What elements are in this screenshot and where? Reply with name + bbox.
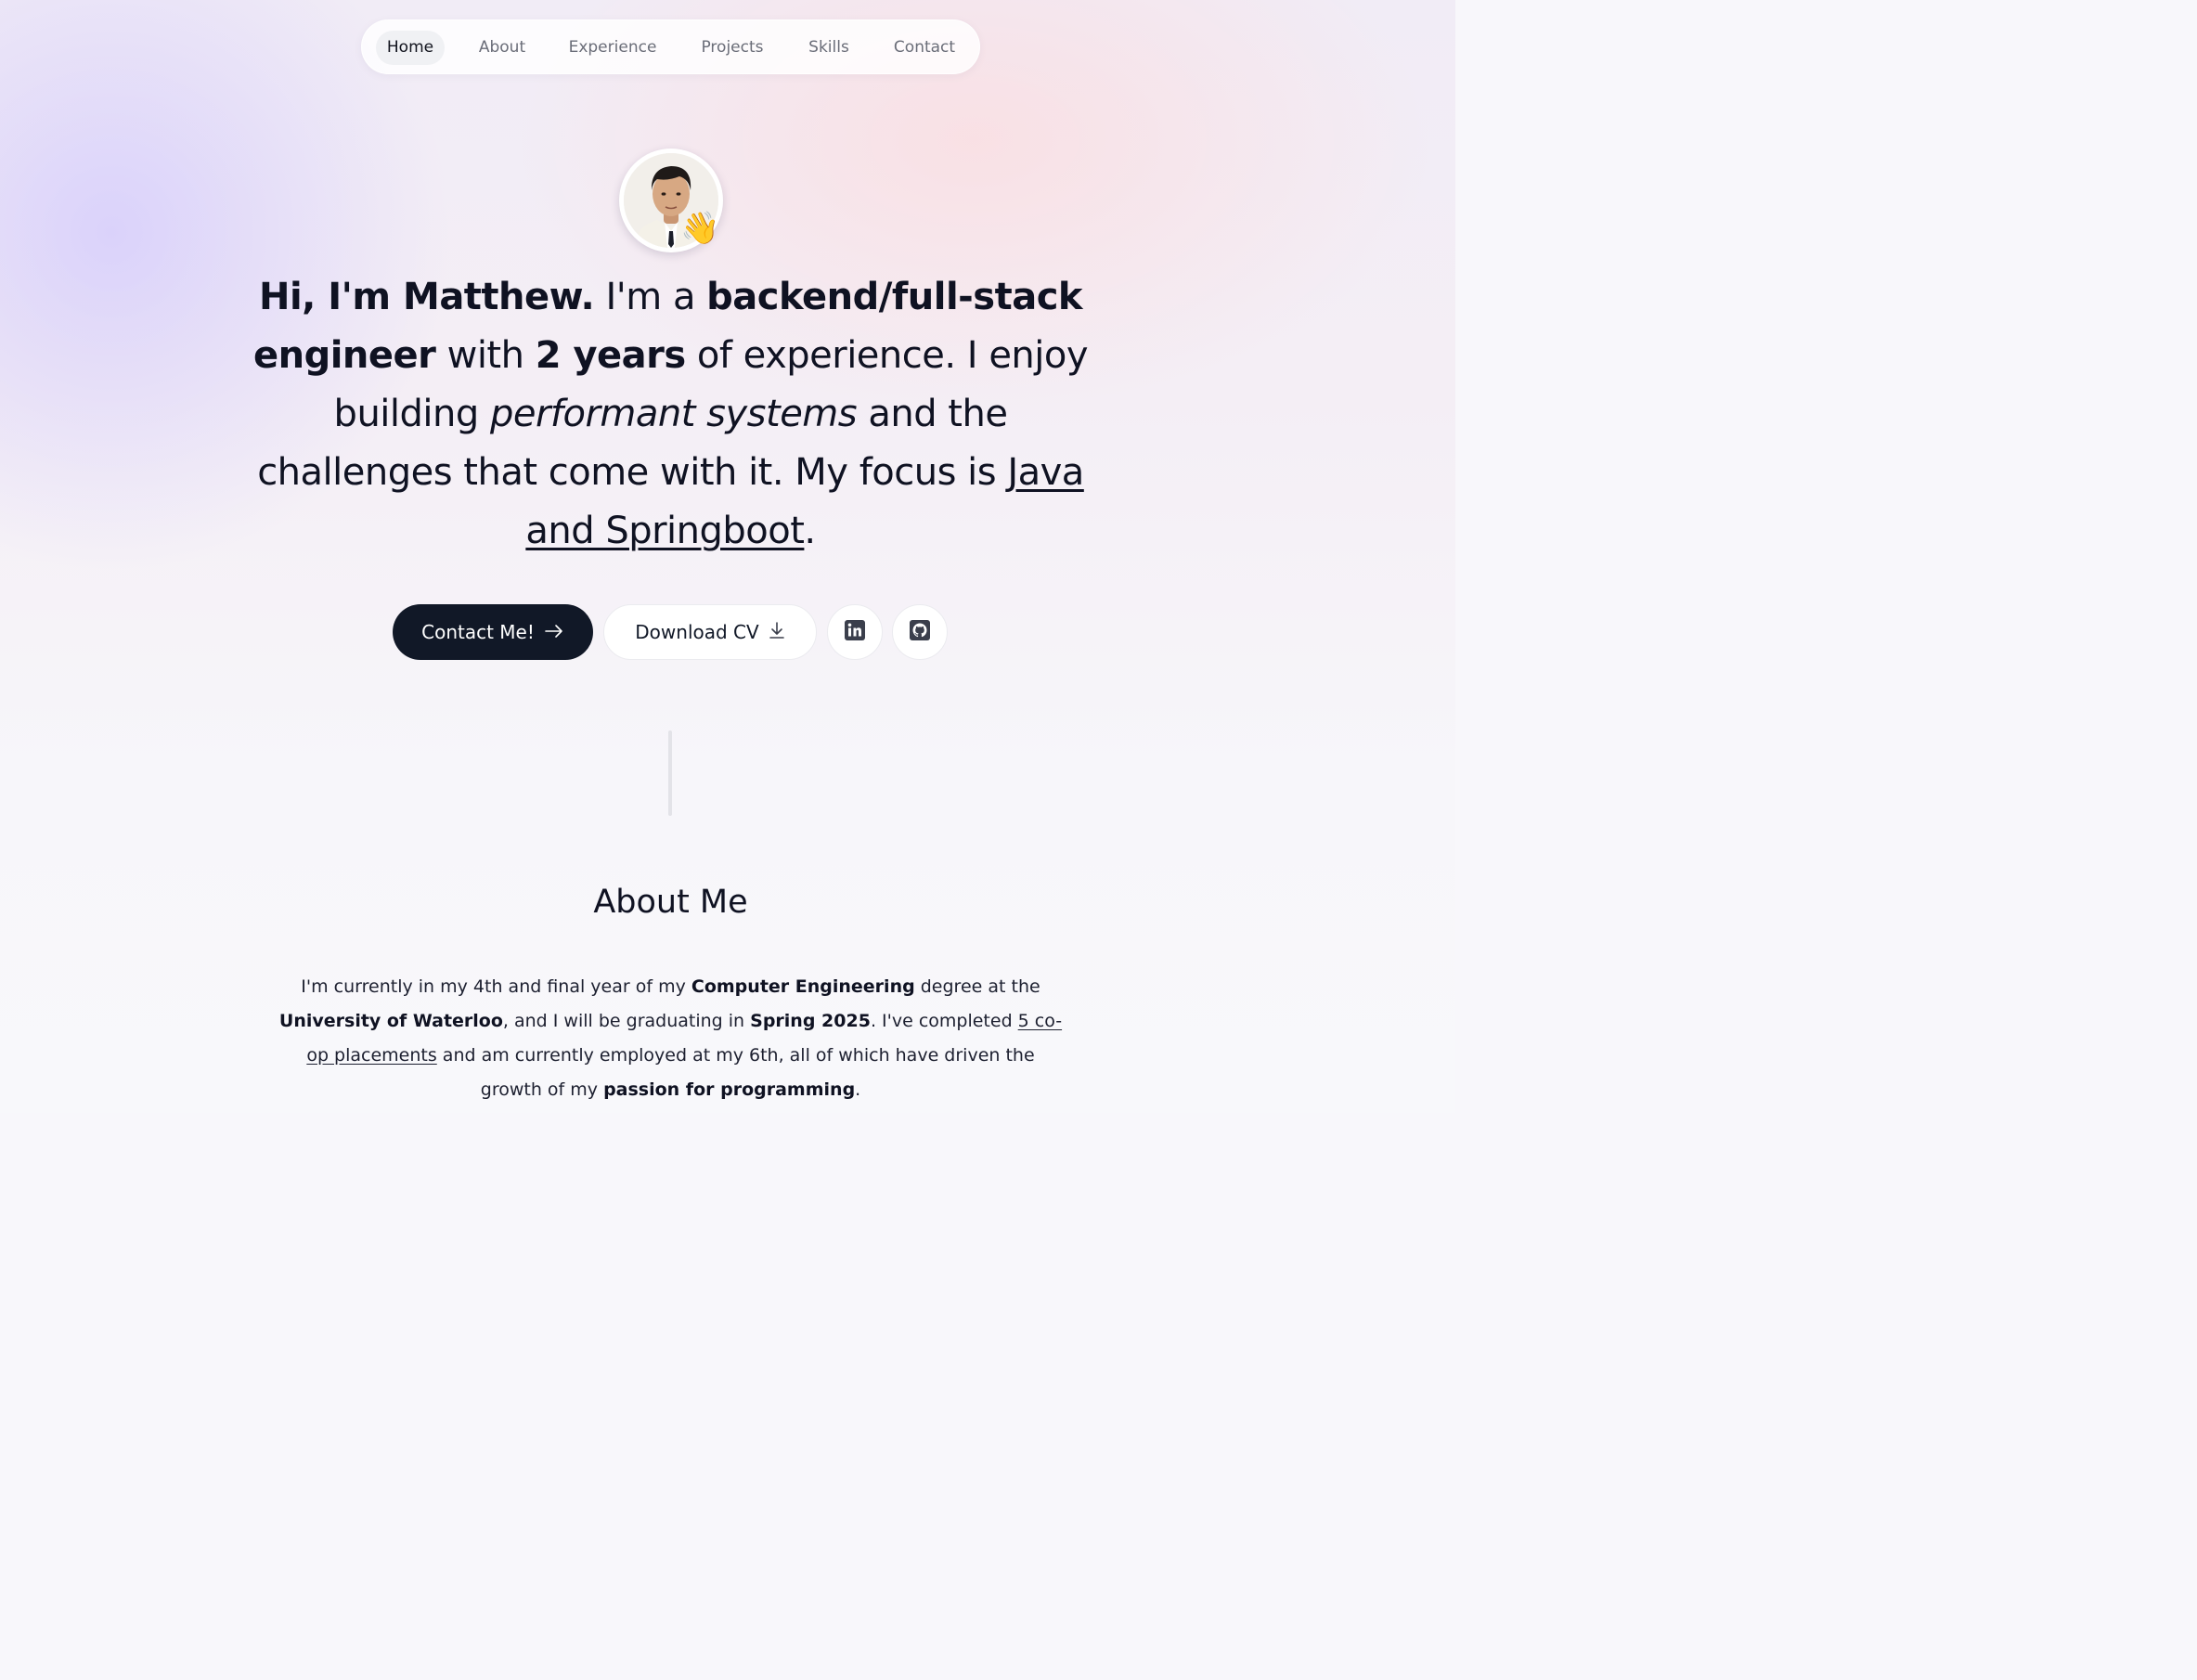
nav-item-experience[interactable]: Experience <box>560 31 666 65</box>
hero-emphasis: performant systems <box>489 393 858 435</box>
about-passion: passion for programming <box>603 1079 856 1100</box>
nav-item-home[interactable]: Home <box>376 31 445 65</box>
about-text: . I've completed <box>870 1011 1018 1031</box>
hero-headline: Hi, I'm Matthew. I'm a backend/full-stac… <box>232 268 1109 561</box>
nav-item-contact[interactable]: Contact <box>880 31 969 65</box>
about-text: , and I will be graduating in <box>502 1011 751 1031</box>
about-text: degree at the <box>914 976 1040 997</box>
hero-text: with <box>435 334 536 377</box>
contact-me-button[interactable]: Contact Me! <box>393 604 593 660</box>
about-text: I'm currently in my 4th and final year o… <box>301 976 691 997</box>
download-cv-label: Download CV <box>635 621 759 643</box>
about-text: . <box>855 1079 861 1100</box>
linkedin-icon <box>845 619 865 645</box>
nav-item-about[interactable]: About <box>466 31 538 65</box>
linkedin-button[interactable] <box>827 604 883 660</box>
hero-text: . <box>804 510 816 552</box>
about-me-heading: About Me <box>593 884 748 921</box>
download-icon <box>769 621 785 644</box>
hero-text: I'm a <box>594 276 707 318</box>
hero-years: 2 years <box>535 334 687 377</box>
hero-greeting: Hi, I'm Matthew. <box>258 276 595 318</box>
section-divider <box>668 730 672 816</box>
about-me-paragraph: I'm currently in my 4th and final year o… <box>278 970 1063 1107</box>
top-navigation: Home About Experience Projects Skills Co… <box>361 19 980 74</box>
github-icon <box>910 619 930 645</box>
waving-hand-icon: 👋 <box>680 210 720 247</box>
about-university: University of Waterloo <box>278 1011 503 1031</box>
nav-item-projects[interactable]: Projects <box>687 31 778 65</box>
download-cv-button[interactable]: Download CV <box>603 604 817 660</box>
arrow-right-icon <box>544 621 564 643</box>
about-graduation: Spring 2025 <box>750 1011 871 1031</box>
contact-me-label: Contact Me! <box>421 621 535 643</box>
nav-item-skills[interactable]: Skills <box>799 31 859 65</box>
github-button[interactable] <box>892 604 948 660</box>
about-degree: Computer Engineering <box>691 976 915 997</box>
